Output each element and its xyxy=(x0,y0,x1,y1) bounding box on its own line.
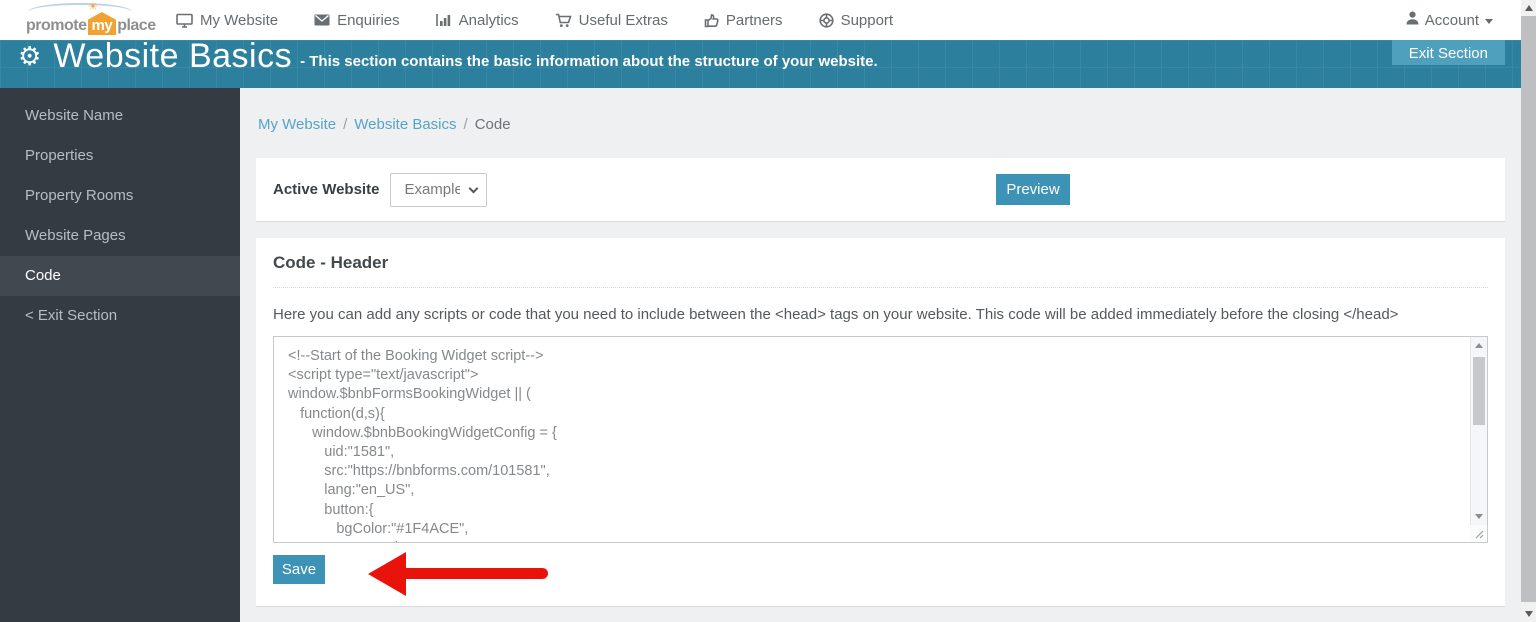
sidebar-item-code[interactable]: Code xyxy=(0,256,240,296)
code-header-description: Here you can add any scripts or code tha… xyxy=(273,306,1399,323)
red-arrow-annotation xyxy=(366,551,554,602)
nav-enquiries[interactable]: Enquiries xyxy=(314,12,400,29)
main-area: Website Name Properties Property Rooms W… xyxy=(0,88,1521,622)
textarea-scrollbar[interactable] xyxy=(1470,337,1487,525)
logo-promote: promote xyxy=(26,17,87,34)
scroll-down-icon[interactable] xyxy=(1525,611,1533,617)
user-icon xyxy=(1406,11,1419,29)
top-navigation: ☀ promote my place My Website Enquiries … xyxy=(0,0,1521,40)
logo-my: my xyxy=(91,17,113,34)
scroll-down-icon[interactable] xyxy=(1475,514,1483,519)
page-scrollbar-thumb[interactable] xyxy=(1521,16,1536,602)
textarea-resize-handle[interactable] xyxy=(1470,525,1486,541)
account-menu[interactable]: Account xyxy=(1406,11,1493,29)
section-banner: ⚙ Website Basics - This section contains… xyxy=(0,40,1521,88)
envelope-icon xyxy=(314,14,330,26)
banner-title: Website Basics xyxy=(53,40,293,75)
exit-section-button[interactable]: Exit Section xyxy=(1391,40,1505,65)
banner-inner: ⚙ Website Basics - This section contains… xyxy=(18,40,1381,88)
breadcrumb: My Website / Website Basics / Code xyxy=(258,116,1503,133)
logo-house-icon: my xyxy=(87,12,117,35)
page: ☀ promote my place My Website Enquiries … xyxy=(0,0,1521,622)
header-code-textarea[interactable]: <!--Start of the Booking Widget script--… xyxy=(273,336,1488,543)
monitor-icon xyxy=(176,13,193,28)
preview-button[interactable]: Preview xyxy=(996,174,1070,205)
page-scrollbar[interactable] xyxy=(1521,0,1536,622)
sidebar: Website Name Properties Property Rooms W… xyxy=(0,88,240,622)
cogs-icon: ⚙ xyxy=(18,41,42,71)
content-area: My Website / Website Basics / Code Activ… xyxy=(240,88,1521,622)
bar-chart-icon xyxy=(435,13,452,27)
scroll-up-icon[interactable] xyxy=(1475,343,1483,348)
nav-label: Useful Extras xyxy=(578,11,668,29)
promotemyplace-logo[interactable]: ☀ promote my place xyxy=(26,1,156,37)
header-code-content[interactable]: <!--Start of the Booking Widget script--… xyxy=(274,337,1487,542)
banner-subtitle: - This section contains the basic inform… xyxy=(300,52,878,70)
nav-useful-extras[interactable]: Useful Extras xyxy=(555,12,668,29)
nav-analytics[interactable]: Analytics xyxy=(435,11,519,29)
code-header-panel: Code - Header Here you can add any scrip… xyxy=(256,238,1505,606)
sidebar-item-property-rooms[interactable]: Property Rooms xyxy=(0,176,240,216)
nav-label: Support xyxy=(840,11,894,29)
active-website-label: Active Website xyxy=(273,181,380,198)
nav-support[interactable]: Support xyxy=(818,11,894,29)
life-ring-icon xyxy=(818,12,834,28)
active-website-select[interactable]: Example xyxy=(390,172,488,207)
breadcrumb-current: Code xyxy=(474,116,511,133)
breadcrumb-separator: / xyxy=(463,116,468,133)
sidebar-item-exit-section[interactable]: < Exit Section xyxy=(0,296,240,336)
sidebar-item-website-name[interactable]: Website Name xyxy=(0,96,240,136)
breadcrumb-separator: / xyxy=(343,116,348,133)
sidebar-item-properties[interactable]: Properties xyxy=(0,136,240,176)
logo-place: place xyxy=(117,17,156,34)
sidebar-item-website-pages[interactable]: Website Pages xyxy=(0,216,240,256)
active-website-select-wrap: Example xyxy=(390,172,488,207)
nav-items: My Website Enquiries Analytics Useful Ex… xyxy=(176,12,929,29)
code-header-title: Code - Header xyxy=(273,253,1488,288)
save-row: Save xyxy=(273,552,1488,596)
breadcrumb-website-basics[interactable]: Website Basics xyxy=(354,116,456,133)
nav-my-website[interactable]: My Website xyxy=(176,12,278,29)
account-label: Account xyxy=(1424,11,1479,29)
nav-label: My Website xyxy=(200,11,279,29)
scrollbar-thumb[interactable] xyxy=(1473,357,1485,425)
chevron-down-icon xyxy=(1485,18,1493,24)
scroll-up-icon[interactable] xyxy=(1525,5,1533,11)
nav-partners[interactable]: Partners xyxy=(704,12,783,29)
nav-label: Partners xyxy=(725,11,783,29)
active-website-panel: Active Website Example Preview xyxy=(256,158,1505,221)
cart-icon xyxy=(555,13,572,28)
save-button[interactable]: Save xyxy=(273,555,325,584)
thumbs-up-icon xyxy=(704,13,719,28)
nav-label: Enquiries xyxy=(337,11,400,29)
nav-label: Analytics xyxy=(458,11,519,29)
breadcrumb-my-website[interactable]: My Website xyxy=(258,116,336,133)
logo-text: promote my place xyxy=(26,12,156,35)
